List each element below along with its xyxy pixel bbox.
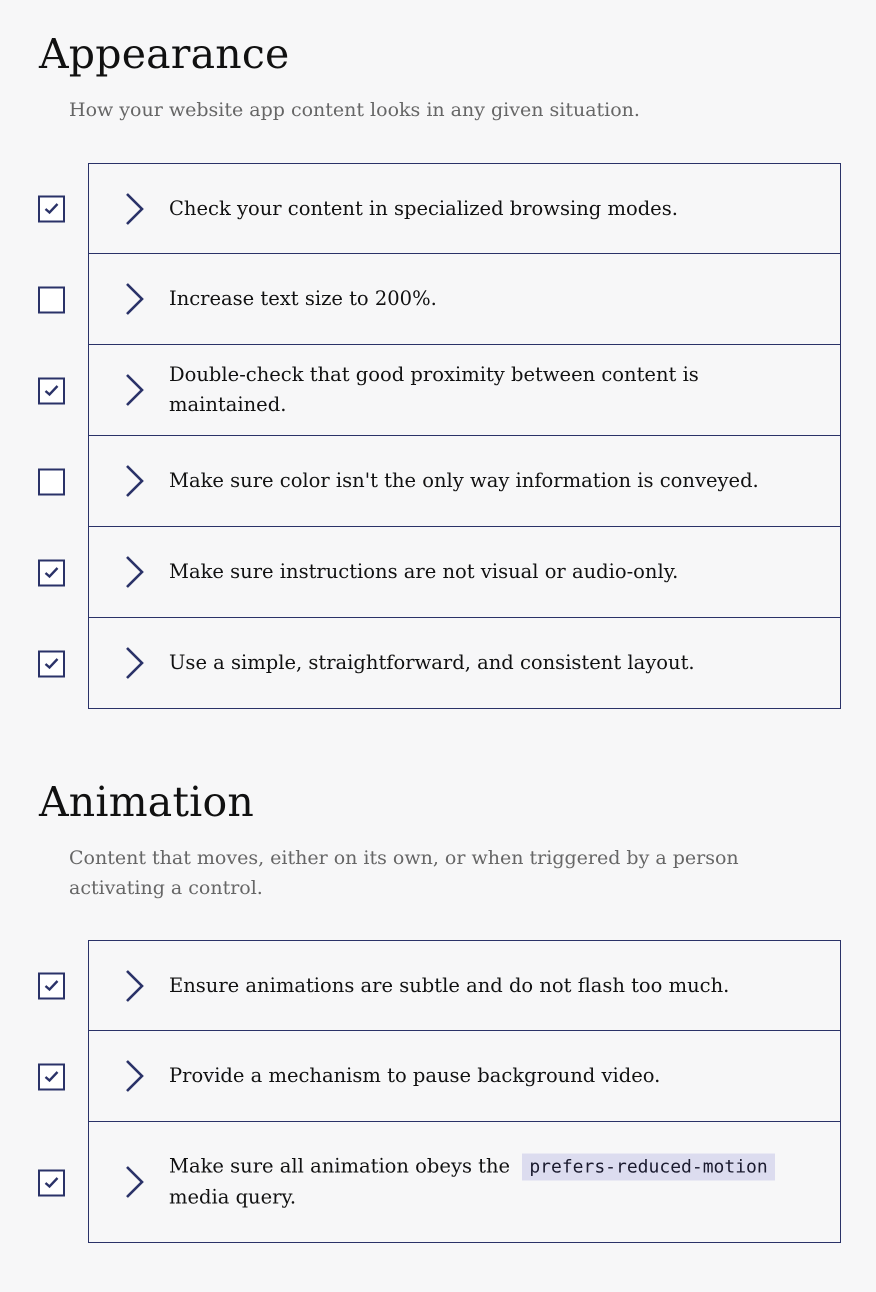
checkbox[interactable]: [38, 650, 65, 677]
checkbox[interactable]: [38, 1063, 65, 1090]
expand-toggle[interactable]: Make sure all animation obeys the prefer…: [88, 1122, 841, 1243]
checklist-item: Increase text size to 200%.: [0, 254, 876, 345]
section-description: Content that moves, either on its own, o…: [69, 847, 739, 899]
checklist-item: Provide a mechanism to pause background …: [0, 1031, 876, 1122]
checklist: Check your content in specialized browsi…: [0, 163, 876, 709]
checkmark-icon: [44, 385, 59, 397]
item-label: Make sure color isn't the only way infor…: [169, 469, 759, 492]
item-label-text: Make sure all animation obeys the: [169, 1154, 511, 1178]
chevron-right-icon: [126, 465, 144, 497]
item-label: Increase text size to 200%.: [169, 287, 437, 310]
section-title: Animation: [39, 778, 254, 826]
item-label: Double-check that good proximity between…: [169, 363, 699, 416]
checkmark-icon: [44, 1071, 59, 1083]
item-label-text: media query.: [169, 1185, 297, 1209]
item-label: Use a simple, straightforward, and consi…: [169, 651, 695, 674]
chevron-right-icon: [126, 374, 144, 406]
expand-toggle[interactable]: Ensure animations are subtle and do not …: [88, 940, 841, 1031]
checklist-item: Check your content in specialized browsi…: [0, 163, 876, 254]
expand-toggle[interactable]: Increase text size to 200%.: [88, 254, 841, 345]
item-label: Check your content in specialized browsi…: [169, 196, 678, 220]
item-label: Make sure all animation obeys the prefer…: [169, 1152, 800, 1213]
checkbox[interactable]: [38, 286, 65, 313]
checkbox[interactable]: [38, 468, 65, 495]
code-snippet: prefers-reduced-motion: [522, 1153, 775, 1181]
checklist-item: Make sure instructions are not visual or…: [0, 527, 876, 618]
checklist-item: Use a simple, straightforward, and consi…: [0, 618, 876, 709]
expand-toggle[interactable]: Use a simple, straightforward, and consi…: [88, 618, 841, 709]
checkmark-icon: [44, 1177, 59, 1189]
item-label: Make sure instructions are not visual or…: [169, 560, 679, 583]
section-description: How your website app content looks in an…: [69, 99, 640, 121]
checklist-item: Make sure color isn't the only way infor…: [0, 436, 876, 527]
checkmark-icon: [44, 980, 59, 992]
checklist-item: Ensure animations are subtle and do not …: [0, 940, 876, 1031]
checklist-item: Make sure all animation obeys the prefer…: [0, 1122, 876, 1243]
expand-toggle[interactable]: Double-check that good proximity between…: [88, 345, 841, 436]
expand-toggle[interactable]: Provide a mechanism to pause background …: [88, 1031, 841, 1122]
chevron-right-icon: [126, 283, 144, 315]
checklist-item: Double-check that good proximity between…: [0, 345, 876, 436]
chevron-right-icon: [126, 1060, 144, 1092]
chevron-right-icon: [126, 192, 144, 225]
checkbox[interactable]: [38, 1169, 65, 1196]
checkbox[interactable]: [38, 972, 65, 999]
expand-toggle[interactable]: Check your content in specialized browsi…: [88, 163, 841, 254]
item-label: Ensure animations are subtle and do not …: [169, 973, 730, 997]
checkbox[interactable]: [38, 195, 65, 222]
checkbox[interactable]: [38, 559, 65, 586]
checkmark-icon: [44, 658, 59, 670]
item-label: Provide a mechanism to pause background …: [169, 1064, 661, 1087]
expand-toggle[interactable]: Make sure instructions are not visual or…: [88, 527, 841, 618]
checkmark-icon: [44, 203, 59, 215]
chevron-right-icon: [126, 647, 144, 679]
chevron-right-icon: [126, 1166, 144, 1198]
expand-toggle[interactable]: Make sure color isn't the only way infor…: [88, 436, 841, 527]
checklist: Ensure animations are subtle and do not …: [0, 940, 876, 1243]
chevron-right-icon: [126, 969, 144, 1002]
section-title: Appearance: [39, 30, 290, 78]
checkbox[interactable]: [38, 377, 65, 404]
chevron-right-icon: [126, 556, 144, 588]
checkmark-icon: [44, 567, 59, 579]
